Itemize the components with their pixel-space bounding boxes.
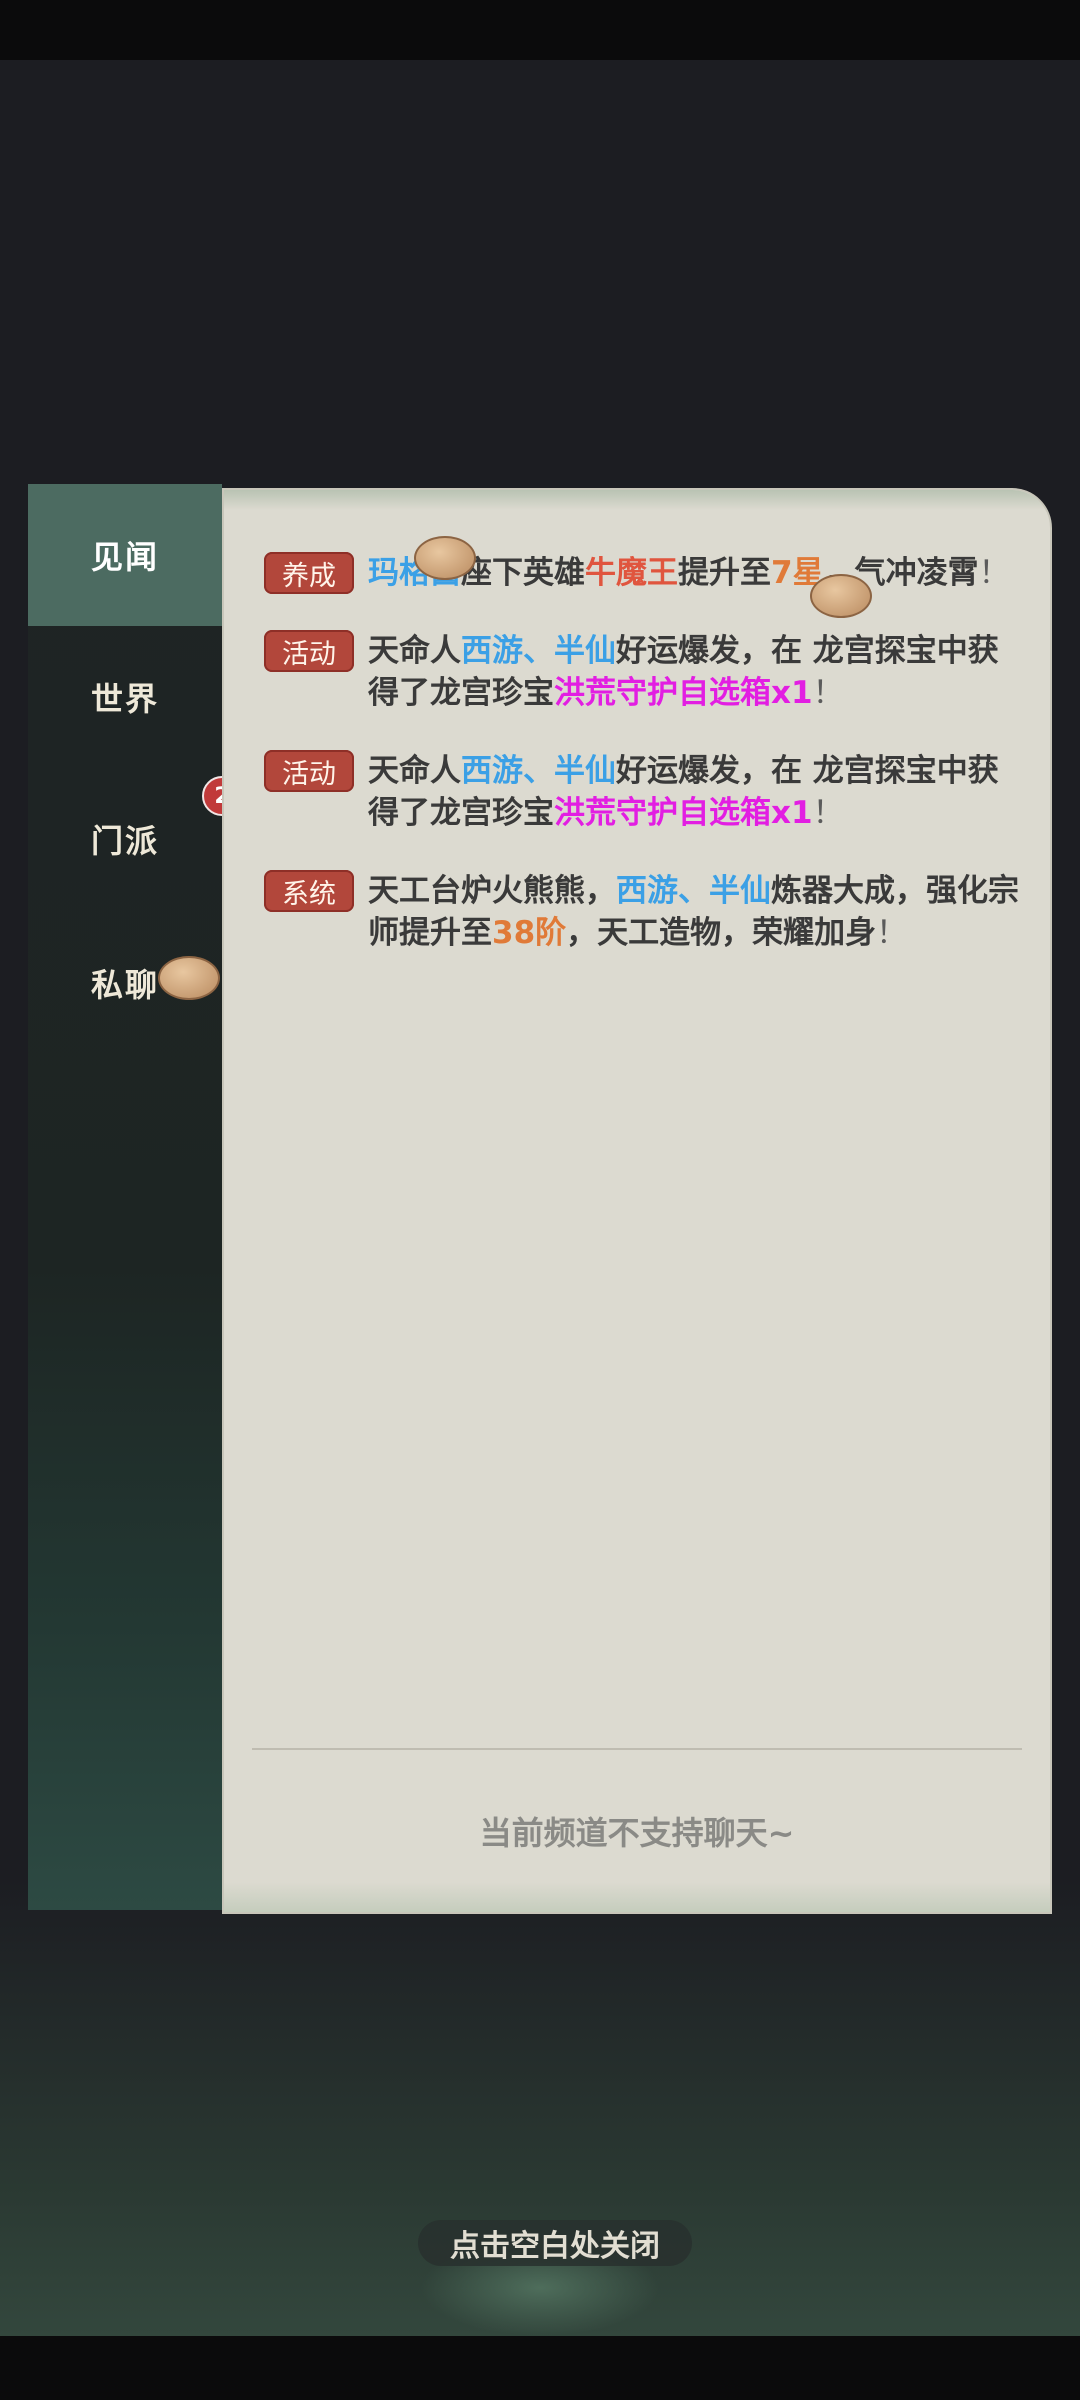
item-name[interactable]: 洪荒守护自选箱x1 — [554, 675, 813, 711]
message-list[interactable]: 养成 玛格酱座下英雄牛魔王提升至7星，气冲凌霄！ 活动 天命人西游、半仙好运爆发… — [264, 552, 1024, 990]
rank-level: 38阶 — [492, 915, 567, 951]
player-name[interactable]: 西游、半仙 — [616, 873, 771, 909]
channel-sidebar: 见闻 世界 门派 私聊 — [28, 484, 222, 1910]
text-segment: ，天工造物，荣耀加身 — [566, 915, 877, 951]
message-text: 天工台炉火熊熊，西游、半仙炼器大成，强化宗师提升至38阶，天工造物，荣耀加身！ — [368, 870, 1024, 954]
text-segment: 天命人 — [368, 633, 461, 669]
message-text: 天命人西游、半仙好运爆发，在 龙宫探宝中获得了龙宫珍宝洪荒守护自选箱x1！ — [368, 630, 1024, 714]
item-name[interactable]: 洪荒守护自选箱x1 — [554, 795, 813, 831]
tab-label: 门派 — [90, 822, 159, 860]
coin-icon — [158, 956, 220, 1000]
text-segment: 提升至 — [678, 555, 771, 591]
player-name[interactable]: 西游、半仙 — [461, 753, 616, 789]
list-item: 活动 天命人西游、半仙好运爆发，在 龙宫探宝中获得了龙宫珍宝洪荒守护自选箱x1！ — [264, 630, 1024, 714]
tab-label: 世界 — [90, 680, 159, 718]
panel-bottom-decoration — [224, 1882, 1050, 1912]
message-panel[interactable]: 养成 玛格酱座下英雄牛魔王提升至7星，气冲凌霄！ 活动 天命人西游、半仙好运爆发… — [222, 488, 1052, 1914]
no-chat-notice: 当前频道不支持聊天~ — [479, 1814, 795, 1852]
player-name[interactable]: 西游、半仙 — [461, 633, 616, 669]
list-item: 系统 天工台炉火熊熊，西游、半仙炼器大成，强化宗师提升至38阶，天工造物，荣耀加… — [264, 870, 1024, 954]
hero-name: 牛魔王 — [585, 555, 678, 591]
tab-sect[interactable]: 门派 — [28, 768, 222, 910]
text-segment: ！ — [812, 795, 844, 831]
text-segment: 座下英雄 — [461, 555, 585, 591]
message-tag: 系统 — [264, 870, 354, 912]
divider — [252, 1748, 1022, 1750]
text-segment: 天工台炉火熊熊， — [368, 873, 616, 909]
text-segment: ！ — [978, 555, 1010, 591]
message-text: 天命人西游、半仙好运爆发，在 龙宫探宝中获得了龙宫珍宝洪荒守护自选箱x1！ — [368, 750, 1024, 834]
panel-top-decoration — [224, 490, 1050, 510]
message-tag: 养成 — [264, 552, 354, 594]
close-hint-button[interactable]: 点击空白处关闭 — [418, 2220, 692, 2266]
status-bar — [0, 0, 1080, 60]
tab-label: 见闻 — [90, 538, 159, 576]
message-tag: 活动 — [264, 750, 354, 792]
text-segment: ！ — [812, 675, 844, 711]
navigation-bar — [0, 2336, 1080, 2400]
text-segment: 天命人 — [368, 753, 461, 789]
tab-label: 私聊 — [90, 966, 159, 1004]
tab-jianwen[interactable]: 见闻 — [28, 484, 222, 626]
coin-icon — [414, 536, 476, 580]
coin-icon — [810, 574, 872, 618]
message-tag: 活动 — [264, 630, 354, 672]
text-segment: ！ — [876, 915, 908, 951]
list-item: 活动 天命人西游、半仙好运爆发，在 龙宫探宝中获得了龙宫珍宝洪荒守护自选箱x1！ — [264, 750, 1024, 834]
list-item: 养成 玛格酱座下英雄牛魔王提升至7星，气冲凌霄！ — [264, 552, 1024, 594]
tab-world[interactable]: 世界 — [28, 626, 222, 768]
